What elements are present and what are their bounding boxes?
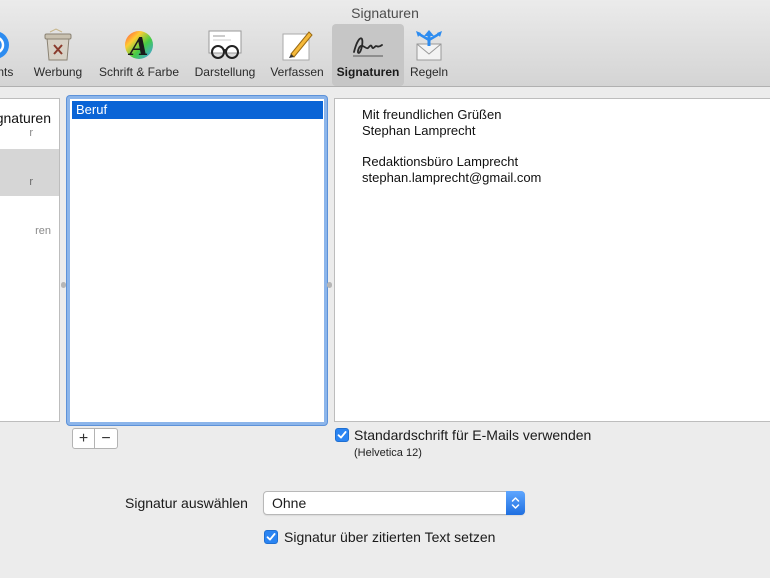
signature-text-line: stephan.lamprecht@gmail.com (362, 170, 542, 185)
toolbar-label: Signaturen (336, 65, 400, 79)
default-font-checkbox[interactable] (335, 428, 349, 442)
signature-text-line: Mit freundlichen Grüßen (362, 107, 502, 122)
choose-signature-label: Signatur auswählen (125, 495, 248, 511)
viewing-glasses-icon (208, 30, 242, 59)
toolbar-label: Darstellung (194, 65, 256, 79)
toolbar-item-junk[interactable]: Werbung (30, 26, 86, 84)
default-font-label[interactable]: Standardschrift für E-Mails verwenden (354, 427, 591, 443)
signature-above-quote-checkbox[interactable] (264, 530, 278, 544)
window-title: Signaturen (351, 5, 419, 21)
toolbar-label: Regeln (409, 65, 449, 79)
default-font-note: (Helvetica 12) (354, 447, 422, 459)
signature-list-item[interactable]: Beruf (72, 101, 323, 119)
junk-mail-trash-icon (44, 28, 72, 61)
signature-editor[interactable]: Mit freundlichen Grüßen Stephan Lamprech… (334, 98, 770, 422)
toolbar-item-viewing[interactable]: Darstellung (190, 26, 260, 84)
account-row-subtitle: r (29, 176, 33, 188)
composing-pencil-icon (282, 31, 313, 61)
toolbar-item-composing[interactable]: Verfassen (266, 26, 328, 84)
toolbar-label: Werbung (33, 65, 83, 79)
signature-icon (353, 37, 383, 57)
signature-text-line: Stephan Lamprecht (362, 123, 476, 138)
signature-list: Beruf (67, 96, 327, 425)
splitter-handle[interactable] (327, 282, 332, 288)
checkmark-icon (337, 431, 347, 439)
accounts-list: gnaturen r r ren (0, 98, 60, 422)
fonts-colors-icon: A (125, 31, 153, 61)
account-row-title: gnaturen (0, 110, 51, 126)
account-row[interactable]: ren (0, 196, 59, 246)
toolbar-label: Schrift & Farbe (98, 65, 180, 79)
toolbar-item-fonts-colors[interactable]: A Schrift & Farbe (92, 26, 186, 84)
accounts-icon (0, 31, 9, 59)
remove-signature-button[interactable]: − (95, 429, 117, 448)
checkmark-icon (266, 533, 276, 541)
signature-above-quote-label[interactable]: Signatur über zitierten Text setzen (284, 529, 495, 545)
rules-icon (416, 30, 442, 61)
signature-text-line: Redaktionsbüro Lamprecht (362, 154, 519, 169)
svg-text:A: A (128, 32, 149, 61)
choose-signature-popup[interactable]: Ohne (263, 491, 525, 515)
toolbar-item-accounts[interactable]: unts (0, 26, 24, 84)
toolbar-item-rules[interactable]: Regeln (406, 26, 452, 84)
popup-arrows-icon (506, 491, 525, 515)
splitter-handle[interactable] (61, 282, 66, 288)
toolbar-item-signatures[interactable]: Signaturen (332, 24, 404, 86)
toolbar-label: unts (0, 65, 14, 79)
account-row-all-signatures[interactable]: gnaturen r (0, 99, 59, 149)
add-remove-control: + − (72, 428, 118, 449)
toolbar-label: Verfassen (270, 65, 324, 79)
add-signature-button[interactable]: + (73, 429, 95, 448)
account-row-subtitle: ren (35, 225, 51, 237)
toolbar: Signaturen unts Werbung (0, 0, 770, 87)
account-row-selected[interactable]: r (0, 149, 59, 196)
account-row-subtitle: r (29, 127, 33, 139)
choose-signature-value: Ohne (272, 495, 307, 511)
